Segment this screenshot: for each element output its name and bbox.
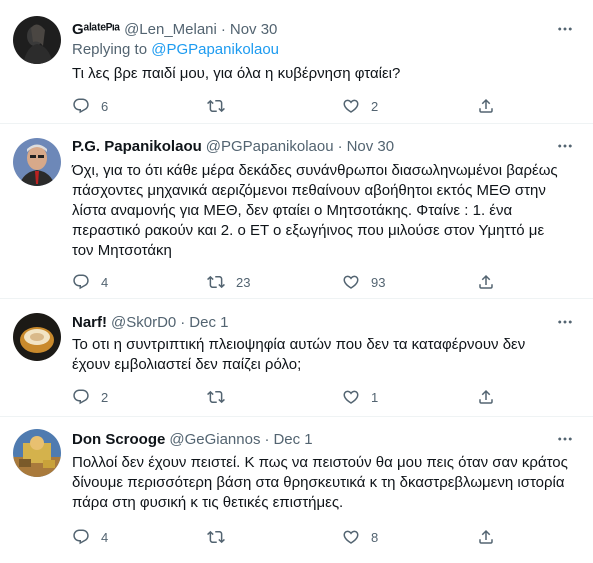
separator: ·	[337, 138, 343, 155]
retweet-button[interactable]	[207, 97, 342, 115]
like-button[interactable]: 8	[342, 528, 477, 546]
tweet-date[interactable]: Dec 1	[273, 430, 312, 450]
like-button[interactable]: 1	[342, 388, 477, 406]
reply-count: 2	[101, 389, 109, 405]
reply-count: 4	[101, 529, 109, 545]
tweet-text-line: λίστα αναμονής για ΜΕΘ, δεν φταίει ο Μητ…	[72, 202, 513, 219]
tweet-text-line: δίνουμε περισσότερη βάση στα θρησκευτικά…	[72, 474, 565, 491]
tweet-date[interactable]: Dec 1	[189, 313, 228, 333]
like-button[interactable]: 2	[342, 97, 477, 115]
retweet-button[interactable]	[207, 528, 342, 546]
tweet[interactable]: Narf! @Sk0rD0 · Dec 1 Το οτι η συντριπτι…	[0, 299, 593, 417]
tweet[interactable]: Gᵃˡᵃᵗᵉᴾᶦᵃ @Len_Melani · Nov 30 Replying …	[0, 0, 593, 124]
user-handle[interactable]: @GeGiannos	[169, 430, 260, 450]
reply-icon	[72, 528, 90, 546]
heart-icon	[342, 388, 360, 406]
tweet-header: P.G. Papanikolaou @PGPapanikolaou · Nov …	[72, 137, 579, 157]
display-name[interactable]: Gᵃˡᵃᵗᵉᴾᶦᵃ	[72, 20, 120, 40]
like-count: 2	[371, 98, 379, 114]
share-icon	[477, 528, 495, 546]
reply-button[interactable]: 6	[72, 97, 207, 115]
retweet-icon	[207, 97, 225, 115]
tweet-actions: 2 1	[72, 387, 579, 407]
reply-count: 6	[101, 98, 109, 114]
tweet-header: Don Scrooge @GeGiannos · Dec 1	[72, 430, 579, 450]
tweet-header: Gᵃˡᵃᵗᵉᴾᶦᵃ @Len_Melani · Nov 30	[72, 20, 579, 40]
tweet-text-line: Όχι, για το ότι κάθε μέρα δεκάδες συνάνθ…	[72, 162, 558, 179]
share-button[interactable]	[477, 97, 495, 115]
share-icon	[477, 273, 495, 291]
avatar[interactable]	[13, 16, 61, 64]
display-name[interactable]: P.G. Papanikolaou	[72, 137, 202, 157]
more-icon[interactable]	[555, 312, 575, 332]
retweet-icon	[207, 273, 225, 291]
avatar[interactable]	[13, 429, 61, 477]
user-handle[interactable]: @Sk0rD0	[111, 313, 176, 333]
tweet[interactable]: Don Scrooge @GeGiannos · Dec 1 Πολλοί δε…	[0, 417, 593, 563]
share-icon	[477, 97, 495, 115]
avatar[interactable]	[13, 138, 61, 186]
replying-to: Replying to @PGPapanikolaou	[72, 40, 579, 60]
retweet-icon	[207, 528, 225, 546]
tweet-text: Πολλοί δεν έχουν πειστεί. Κ πως να πειστ…	[72, 453, 579, 513]
share-icon	[477, 388, 495, 406]
like-button[interactable]: 93	[342, 273, 477, 291]
heart-icon	[342, 273, 360, 291]
separator: ·	[220, 21, 226, 38]
tweet[interactable]: P.G. Papanikolaou @PGPapanikolaou · Nov …	[0, 124, 593, 299]
like-count: 1	[371, 389, 379, 405]
reply-button[interactable]: 4	[72, 528, 207, 546]
more-icon[interactable]	[555, 136, 575, 156]
more-icon[interactable]	[555, 429, 575, 449]
heart-icon	[342, 528, 360, 546]
user-handle[interactable]: @PGPapanikolaou	[206, 137, 334, 157]
tweet-text-line: Το οτι η συντριπτική πλειοψηφία αυτών πο…	[72, 336, 526, 353]
like-count: 93	[371, 274, 386, 290]
tweet-text: Τι λες βρε παιδί μου, για όλα η κυβέρνησ…	[72, 65, 401, 82]
avatar[interactable]	[13, 313, 61, 361]
display-name[interactable]: Narf!	[72, 313, 107, 333]
tweet-text-line: τον Μητσοτάκη	[72, 242, 172, 259]
like-count: 8	[371, 529, 379, 545]
retweet-icon	[207, 388, 225, 406]
share-button[interactable]	[477, 273, 495, 291]
tweet-text-line: πάρα στη φυσική κ τις θετικές επιστήμες.	[72, 494, 344, 511]
tweet-date[interactable]: Nov 30	[347, 137, 395, 157]
tweet-header: Narf! @Sk0rD0 · Dec 1	[72, 313, 579, 333]
tweet-text-line: έχουν εμβολιαστεί δεν παίζει ρόλο;	[72, 356, 302, 373]
retweet-count: 23	[236, 274, 251, 290]
tweet-actions: 6 2	[72, 96, 579, 116]
separator: ·	[264, 431, 270, 448]
separator: ·	[180, 314, 186, 331]
share-button[interactable]	[477, 388, 495, 406]
tweet-text-line: Πολλοί δεν έχουν πειστεί. Κ πως να πειστ…	[72, 454, 568, 471]
more-icon[interactable]	[555, 19, 575, 39]
tweet-date[interactable]: Nov 30	[230, 20, 278, 40]
reply-icon	[72, 97, 90, 115]
heart-icon	[342, 97, 360, 115]
reply-icon	[72, 273, 90, 291]
tweet-text: Όχι, για το ότι κάθε μέρα δεκάδες συνάνθ…	[72, 161, 579, 261]
tweet-actions: 4 8	[72, 527, 579, 547]
retweet-button[interactable]: 23	[207, 273, 342, 291]
replying-prefix: Replying to	[72, 41, 152, 58]
reply-button[interactable]: 4	[72, 273, 207, 291]
display-name[interactable]: Don Scrooge	[72, 430, 165, 450]
tweet-text-line: περαστικό ρακούν και 2. ο ΕΤ ο εξωγήινος…	[72, 222, 545, 239]
tweet-text-line: πάσχοντες μηχανικά αεριζόμενοι πεθαίνουν…	[72, 182, 546, 199]
replying-to-link[interactable]: @PGPapanikolaou	[151, 41, 279, 58]
reply-icon	[72, 388, 90, 406]
retweet-button[interactable]	[207, 388, 342, 406]
reply-count: 4	[101, 274, 109, 290]
tweet-text: Το οτι η συντριπτική πλειοψηφία αυτών πο…	[72, 335, 579, 375]
reply-button[interactable]: 2	[72, 388, 207, 406]
user-handle[interactable]: @Len_Melani	[124, 20, 217, 40]
share-button[interactable]	[477, 528, 495, 546]
tweet-actions: 4 23 93	[72, 272, 579, 292]
